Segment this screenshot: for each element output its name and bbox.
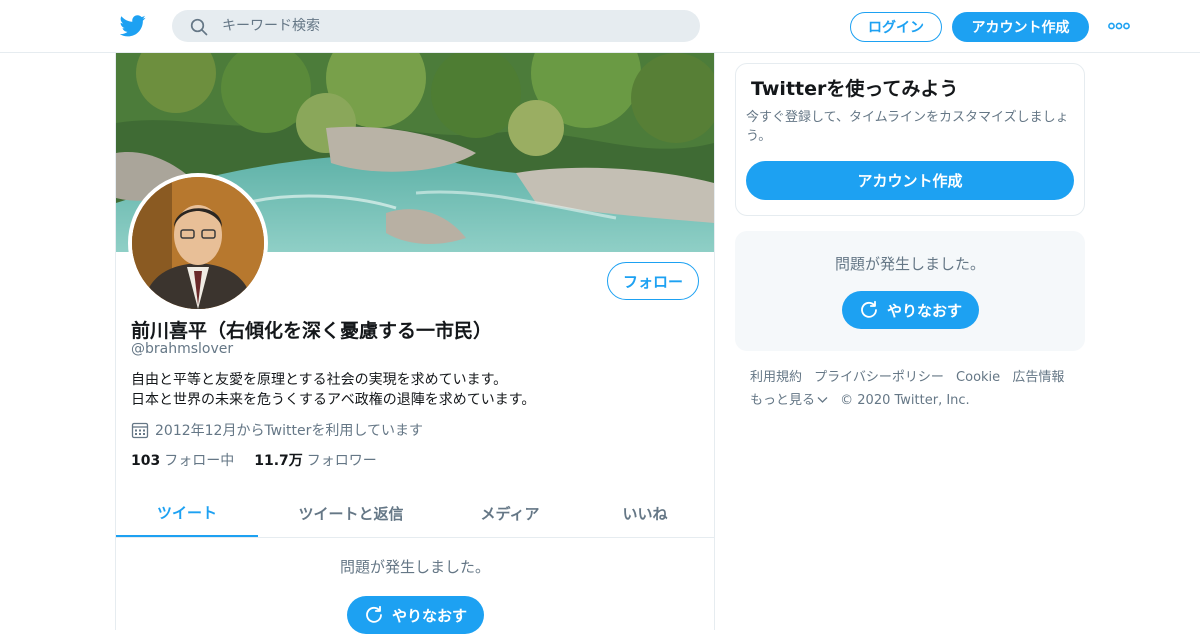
profile-bio: 自由と平等と友愛を原理とする社会の実現を求めています。 日本と世界の未来を危うく… — [131, 370, 535, 410]
sidebar-retry-button[interactable]: やりなおす — [842, 291, 979, 329]
timeline-retry-button[interactable]: やりなおす — [347, 596, 484, 634]
calendar-icon — [131, 422, 149, 439]
refresh-icon — [366, 605, 382, 623]
search-icon — [190, 18, 208, 36]
profile-name: 前川喜平（右傾化を深く憂慮する一市民） — [131, 320, 493, 342]
tab-tweets[interactable]: ツイート — [116, 489, 258, 537]
footer-copyright: © 2020 Twitter, Inc. — [840, 393, 970, 408]
bio-line: 日本と世界の未来を危うくするアベ政権の退陣を求めています。 — [131, 392, 536, 408]
login-button[interactable]: ログイン — [850, 12, 942, 42]
sidebar-error-card: 問題が発生しました。 やりなおす — [735, 231, 1085, 351]
chevron-down-icon — [817, 397, 828, 403]
footer-row: もっと見る © 2020 Twitter, Inc. — [750, 389, 1090, 412]
footer-link-cookie[interactable]: Cookie — [956, 366, 1000, 389]
footer-more-link[interactable]: もっと見る — [750, 389, 828, 412]
profile-avatar[interactable] — [128, 173, 268, 313]
follow-button[interactable]: フォロー — [607, 262, 699, 300]
profile-column: フォロー 前川喜平（右傾化を深く憂慮する一市民） @brahmslover 自由… — [115, 53, 715, 634]
footer-link-ads[interactable]: 広告情報 — [1012, 366, 1064, 389]
tab-likes[interactable]: いいね — [576, 489, 714, 537]
joined-date: 2012年12月からTwitterを利用しています — [131, 420, 423, 440]
followers-count: 11.7万 — [254, 453, 303, 469]
footer-row: 利用規約 プライバシーポリシー Cookie 広告情報 — [750, 366, 1090, 389]
tab-media[interactable]: メディア — [444, 489, 576, 537]
profile-handle[interactable]: @brahmslover — [131, 341, 233, 357]
signup-card-button[interactable]: アカウント作成 — [746, 161, 1074, 200]
more-dots-icon[interactable] — [1108, 20, 1130, 32]
retry-label: やりなおす — [886, 301, 962, 320]
footer-more-label: もっと見る — [750, 393, 816, 408]
top-bar: ログイン アカウント作成 — [0, 0, 1200, 53]
signup-card-title: Twitterを使ってみよう — [751, 78, 959, 100]
signup-card-desc: 今すぐ登録して、タイムラインをカスタマイズしましょう。 — [746, 110, 1069, 144]
search-bar[interactable] — [172, 10, 700, 42]
retry-label: やりなおす — [391, 606, 467, 625]
followers-label: フォロワー — [306, 453, 377, 469]
footer-link-privacy[interactable]: プライバシーポリシー — [814, 366, 944, 389]
bio-line: 自由と平等と友愛を原理とする社会の実現を求めています。 — [131, 372, 508, 388]
profile-tabs: ツイート ツイートと返信 メディア いいね — [116, 489, 714, 538]
joined-text: 2012年12月からTwitterを利用しています — [155, 423, 423, 439]
signup-card: Twitterを使ってみよう 今すぐ登録して、タイムラインをカスタマイズしましょ… — [735, 63, 1085, 216]
profile-stats: 103 フォロー中 11.7万 フォロワー — [131, 450, 397, 470]
timeline-error-text: 問題が発生しました。 — [339, 558, 490, 576]
search-input[interactable] — [222, 10, 682, 42]
following-stat[interactable]: 103 フォロー中 — [131, 450, 234, 470]
avatar-photo — [132, 177, 264, 309]
footer-link-terms[interactable]: 利用規約 — [750, 366, 802, 389]
refresh-icon — [861, 300, 877, 318]
following-count: 103 — [131, 453, 161, 469]
following-label: フォロー中 — [164, 453, 235, 469]
twitter-bird-icon[interactable] — [120, 14, 146, 38]
followers-stat[interactable]: 11.7万 フォロワー — [254, 450, 377, 470]
signup-button[interactable]: アカウント作成 — [952, 12, 1089, 42]
footer: 利用規約 プライバシーポリシー Cookie 広告情報 もっと見る © 2020… — [750, 366, 1090, 412]
sidebar-error-text: 問題が発生しました。 — [834, 255, 985, 273]
tab-tweets-replies[interactable]: ツイートと返信 — [258, 489, 444, 537]
